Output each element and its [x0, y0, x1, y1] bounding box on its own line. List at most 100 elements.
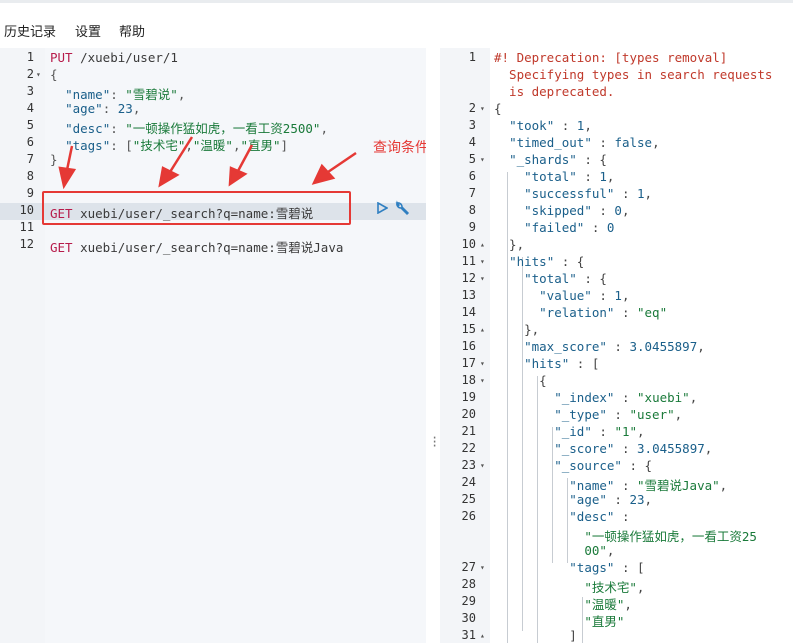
fold-toggle-icon[interactable]: ▴ — [480, 240, 485, 249]
fold-toggle-icon[interactable]: ▴ — [480, 325, 485, 334]
pane-splitter[interactable]: · · · — [426, 48, 440, 643]
code-token: "total" — [524, 169, 577, 184]
code-token: : { — [576, 152, 607, 167]
response-panel[interactable]: 1 #! Deprecation: [types removal] Specify… — [440, 48, 793, 643]
line-number: 15 — [461, 322, 476, 336]
code-token: "max_score" — [524, 339, 607, 354]
code-token: 3.0455897 — [629, 339, 698, 354]
arrow-3-head — [228, 166, 248, 187]
code-token: "relation" — [539, 305, 615, 320]
code-token: , — [636, 580, 645, 595]
code-token: , — [719, 478, 728, 493]
code-token: ] — [494, 628, 577, 643]
code-token: : — [584, 220, 607, 235]
code-line: { — [494, 373, 547, 388]
code-token: "user" — [629, 407, 675, 422]
wrench-icon[interactable] — [393, 200, 410, 217]
code-token: , — [621, 288, 630, 303]
code-token: : — [554, 118, 577, 133]
code-token: 0 — [606, 220, 615, 235]
code-token: , — [697, 339, 705, 354]
code-token: 00" — [584, 543, 607, 558]
line-number: 10 — [461, 237, 476, 251]
code-line: "relation" : "eq" — [494, 305, 667, 320]
code-line: "total" : { — [494, 271, 607, 286]
code-token: "hits" — [509, 254, 555, 269]
fold-toggle-icon[interactable]: ▾ — [480, 359, 485, 368]
code-token: "xuebi" — [637, 390, 690, 405]
drag-handle-icon[interactable]: · · · — [431, 432, 438, 452]
code-token: "failed" — [524, 220, 585, 235]
code-line: "failed" : 0 — [494, 220, 614, 235]
code-line: 00", — [494, 543, 614, 558]
line-number: 17 — [461, 356, 476, 370]
code-token: : — [614, 186, 637, 201]
fold-toggle-icon[interactable]: ▾ — [480, 257, 485, 266]
code-token: , — [624, 597, 632, 612]
line-number: 30 — [461, 611, 476, 625]
fold-toggle-icon[interactable]: ▾ — [480, 155, 485, 164]
line-number: 28 — [461, 577, 476, 591]
code-line: "_index" : "xuebi", — [494, 390, 697, 405]
line-number: 25 — [461, 492, 476, 506]
code-token: : — [614, 305, 637, 320]
code-line: }, — [494, 322, 539, 337]
query-highlight-box — [42, 191, 351, 225]
line-number: 6 — [468, 169, 476, 183]
code-token: "took" — [509, 118, 555, 133]
code-token: "successful" — [524, 186, 615, 201]
code-token: , — [674, 407, 683, 422]
code-token: 0 — [614, 203, 622, 218]
code-token: "timed_out" — [509, 135, 592, 150]
code-token: , — [644, 492, 653, 507]
code-line: "_type" : "user", — [494, 407, 682, 422]
code-token: : { — [554, 254, 585, 269]
code-token: "total" — [524, 271, 577, 286]
line-number: 21 — [461, 424, 476, 438]
fold-toggle-icon[interactable]: ▾ — [480, 376, 485, 385]
line-number: 9 — [468, 220, 476, 234]
fold-toggle-icon[interactable]: ▾ — [480, 563, 485, 572]
fold-toggle-icon[interactable]: ▾ — [480, 274, 485, 283]
code-token: "温暖" — [584, 597, 625, 612]
arrow-1-head — [58, 166, 77, 190]
code-token: 1 — [637, 186, 645, 201]
code-line: "took" : 1, — [494, 118, 592, 133]
arrow-4 — [327, 151, 357, 174]
line-number: 26 — [461, 509, 476, 523]
code-token: { — [494, 373, 547, 388]
code-token: is deprecated. — [494, 84, 615, 99]
fold-toggle-icon[interactable]: ▾ — [480, 461, 485, 470]
code-token: : [ — [614, 560, 645, 575]
code-line: ] — [494, 628, 577, 643]
arrow-1 — [65, 145, 74, 171]
code-token: : — [591, 135, 615, 150]
line-number: 5 — [468, 152, 476, 166]
play-icon[interactable] — [376, 202, 388, 214]
fold-toggle-icon[interactable]: ▴ — [480, 631, 485, 640]
code-token: "age" — [569, 492, 607, 507]
code-line: "successful" : 1, — [494, 186, 652, 201]
fold-toggle-icon[interactable]: ▾ — [480, 104, 485, 113]
code-token: : — [606, 339, 630, 354]
code-token: 3.0455897 — [637, 441, 705, 456]
code-line: "age" : 23, — [494, 492, 652, 507]
code-token: "eq" — [637, 305, 668, 320]
code-token: "desc" — [569, 509, 615, 524]
code-token: "_score" — [554, 441, 615, 456]
